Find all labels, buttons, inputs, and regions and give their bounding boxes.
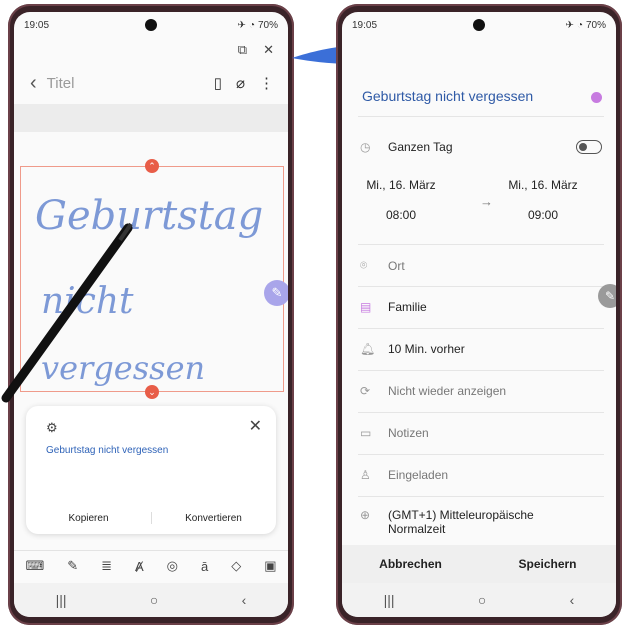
calendar-icon: ▤ bbox=[360, 300, 372, 314]
divider bbox=[358, 244, 604, 245]
save-button[interactable]: Speichern bbox=[479, 545, 616, 583]
all-day-row: ◷ Ganzen Tag bbox=[360, 140, 604, 154]
shapes-icon[interactable]: ◇ bbox=[231, 558, 241, 574]
lock-icon[interactable]: ▣ bbox=[264, 558, 276, 574]
calendar-event-screen: 19:05 ✈ ◔ 70% Geburtstag nicht vergessen… bbox=[342, 12, 616, 617]
recents-icon[interactable]: ||| bbox=[56, 592, 67, 608]
cancel-button[interactable]: Abbrechen bbox=[342, 545, 479, 583]
more-icon[interactable]: ⋮ bbox=[259, 74, 274, 92]
divider bbox=[358, 116, 604, 117]
location-field[interactable]: Ort bbox=[388, 259, 405, 273]
notes-row[interactable]: ▭ Notizen bbox=[360, 426, 604, 440]
calendar-color-dot[interactable] bbox=[591, 92, 602, 103]
back-icon[interactable]: ‹ bbox=[30, 72, 37, 95]
pen-icon[interactable]: ✎ bbox=[67, 558, 78, 574]
timezone-row[interactable]: ⊕ (GMT+1) Mitteleuropäische Normalzeit bbox=[360, 508, 604, 536]
close-card-icon[interactable]: ✕ bbox=[249, 416, 262, 436]
battery-level: 70% bbox=[585, 19, 606, 31]
back-nav-icon[interactable]: ‹ bbox=[242, 592, 247, 608]
divider bbox=[358, 412, 604, 413]
camera-hole bbox=[473, 19, 485, 31]
wifi-icon: ◔ bbox=[248, 19, 255, 31]
back-nav-icon[interactable]: ‹ bbox=[570, 592, 575, 608]
copy-button[interactable]: Kopieren bbox=[26, 513, 151, 524]
signal-icon: ✈ bbox=[565, 19, 574, 31]
globe-icon: ⊕ bbox=[360, 508, 371, 522]
home-icon[interactable]: ○ bbox=[150, 592, 158, 608]
keyboard-icon[interactable]: ⌨ bbox=[25, 558, 44, 574]
text-convert-icon[interactable]: ā bbox=[201, 559, 208, 574]
end-time[interactable]: 09:00 bbox=[488, 208, 598, 222]
action-footer: Abbrechen Speichern bbox=[342, 545, 616, 583]
divider bbox=[358, 496, 604, 497]
person-icon: ♙ bbox=[360, 468, 371, 482]
convert-button[interactable]: Konvertieren bbox=[151, 513, 276, 524]
arrow-right-icon: → bbox=[480, 194, 493, 209]
note-title-field[interactable]: Titel bbox=[47, 75, 214, 92]
notes-field[interactable]: Notizen bbox=[388, 426, 429, 440]
location-row[interactable]: ⌾ Ort bbox=[360, 258, 604, 273]
all-day-label: Ganzen Tag bbox=[388, 140, 453, 154]
nav-bar: ||| ○ ‹ bbox=[342, 583, 616, 617]
right-phone: 19:05 ✈ ◔ 70% Geburtstag nicht vergessen… bbox=[336, 4, 622, 625]
status-time: 19:05 bbox=[352, 19, 378, 31]
pen-toolbar: ⌨ ✎ ≣ Ⱥ ◎ ā ◇ ▣ bbox=[14, 550, 288, 581]
bell-icon: 🔔︎ bbox=[360, 342, 376, 356]
status-time: 19:05 bbox=[24, 19, 50, 31]
recents-icon[interactable]: ||| bbox=[384, 592, 395, 608]
event-title-input[interactable]: Geburtstag nicht vergessen bbox=[362, 88, 533, 104]
clock-icon: ◷ bbox=[360, 140, 371, 154]
wifi-icon: ◔ bbox=[576, 19, 583, 31]
calendar-row[interactable]: ▤ Familie bbox=[360, 300, 604, 314]
end-date[interactable]: Mi., 16. März bbox=[488, 178, 598, 192]
pen-bubble-icon[interactable]: ✎ bbox=[264, 280, 288, 306]
all-day-toggle[interactable] bbox=[576, 140, 602, 154]
gear-icon[interactable]: ⚙ bbox=[46, 420, 58, 436]
divider bbox=[358, 454, 604, 455]
recognized-text: Geburtstag nicht vergessen bbox=[46, 445, 169, 456]
invited-field[interactable]: Eingeladen bbox=[388, 468, 448, 482]
note-header: ‹ Titel ▯ ⌀ ⋮ bbox=[30, 70, 274, 96]
timezone-line-2: Normalzeit bbox=[388, 522, 446, 536]
attach-icon[interactable]: ⌀ bbox=[236, 74, 245, 92]
invited-row[interactable]: ♙ Eingeladen bbox=[360, 468, 604, 482]
location-pin-icon: ⌾ bbox=[360, 258, 368, 272]
divider bbox=[358, 328, 604, 329]
home-icon[interactable]: ○ bbox=[478, 592, 486, 608]
repeat-row[interactable]: ⟳ Nicht wieder anzeigen bbox=[360, 384, 604, 398]
divider bbox=[358, 286, 604, 287]
start-time[interactable]: 08:00 bbox=[346, 208, 456, 222]
camera-hole bbox=[145, 19, 157, 31]
nav-bar: ||| ○ ‹ bbox=[14, 583, 288, 617]
book-icon[interactable]: ▯ bbox=[214, 74, 222, 92]
repeat-icon: ⟳ bbox=[360, 384, 371, 398]
calendar-name[interactable]: Familie bbox=[388, 300, 427, 314]
reminder-row[interactable]: 🔔︎ 10 Min. vorher bbox=[360, 342, 604, 356]
stylus-image bbox=[1, 222, 133, 403]
text-format-icon[interactable]: ≣ bbox=[101, 558, 112, 574]
signal-icon: ✈ bbox=[237, 19, 246, 31]
repeat-value[interactable]: Nicht wieder anzeigen bbox=[388, 384, 506, 398]
timezone-line-1: (GMT+1) Mitteleuropäische bbox=[388, 508, 534, 522]
fingerprint-pen-icon[interactable]: ◎ bbox=[167, 558, 178, 574]
minimize-icon[interactable]: ⧉ bbox=[238, 42, 247, 58]
battery-level: 70% bbox=[257, 19, 278, 31]
divider bbox=[358, 370, 604, 371]
style-icon[interactable]: Ⱥ bbox=[135, 559, 144, 574]
top-icons: ⧉ ✕ bbox=[238, 42, 274, 58]
notes-icon: ▭ bbox=[360, 426, 372, 440]
reminder-value[interactable]: 10 Min. vorher bbox=[388, 342, 465, 356]
format-bar bbox=[14, 104, 288, 132]
start-date[interactable]: Mi., 16. März bbox=[346, 178, 456, 192]
close-icon[interactable]: ✕ bbox=[263, 42, 274, 58]
recognition-card: ⚙ ✕ Geburtstag nicht vergessen Kopieren … bbox=[26, 406, 276, 534]
